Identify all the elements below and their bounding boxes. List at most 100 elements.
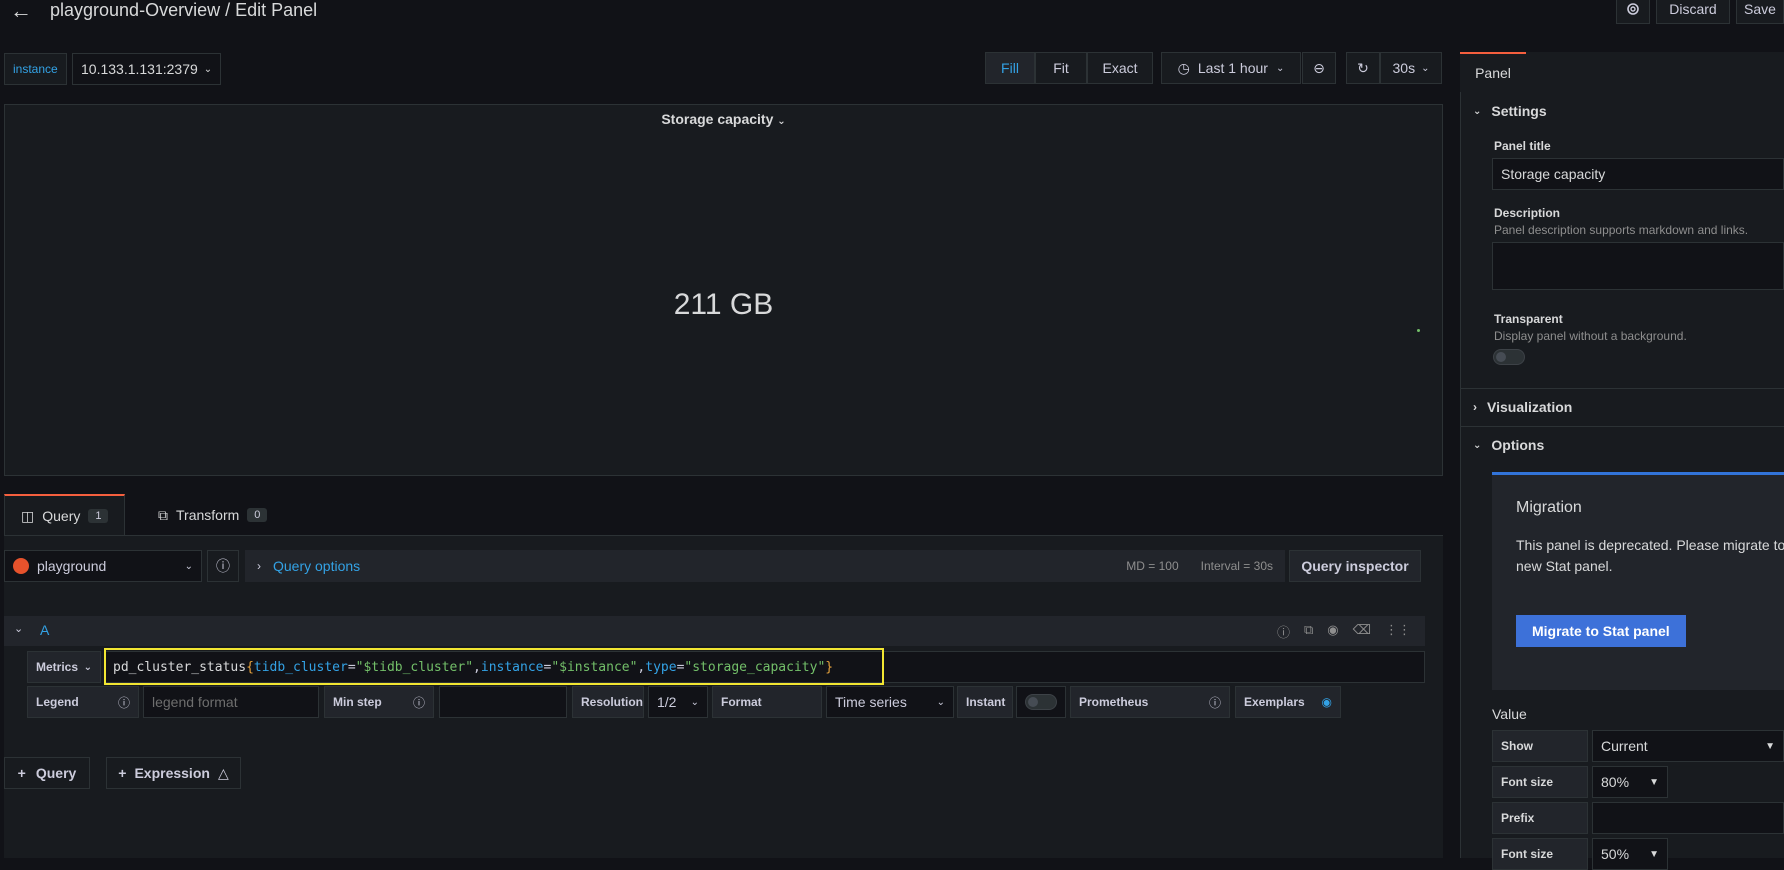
refresh-icon[interactable]: ↻ bbox=[1346, 52, 1380, 84]
discard-button[interactable]: Discard bbox=[1656, 0, 1730, 24]
transparent-toggle[interactable] bbox=[1493, 349, 1525, 365]
back-arrow-icon[interactable]: ← bbox=[10, 0, 32, 22]
eye-icon[interactable]: ◉ bbox=[1322, 695, 1332, 709]
fit-button[interactable]: Fit bbox=[1035, 52, 1087, 84]
format-select[interactable]: Time series ⌄ bbox=[826, 686, 954, 718]
legend-format-input[interactable]: legend format bbox=[143, 686, 319, 718]
drag-handle-icon[interactable]: ⋮⋮ bbox=[1385, 622, 1411, 641]
transform-icon: ⧉ bbox=[158, 506, 168, 523]
help-icon[interactable]: ⓘ bbox=[1277, 622, 1290, 641]
duplicate-icon[interactable]: ⧉ bbox=[1304, 622, 1313, 641]
gear-icon[interactable] bbox=[1616, 0, 1650, 24]
exact-button[interactable]: Exact bbox=[1087, 52, 1153, 84]
min-step-label-cell: Min step ⓘ bbox=[324, 686, 434, 718]
settings-section-header[interactable]: ⌄ Settings bbox=[1473, 103, 1547, 119]
datasource-picker[interactable]: playground ⌄ bbox=[4, 550, 202, 582]
fill-button[interactable]: Fill bbox=[985, 52, 1035, 84]
chevron-down-icon: ⌄ bbox=[1421, 62, 1430, 74]
panel-title-input[interactable]: Storage capacity bbox=[1492, 158, 1784, 190]
refresh-interval-picker[interactable]: 30s ⌄ bbox=[1380, 52, 1442, 84]
interval-value: Interval = 30s bbox=[1200, 559, 1273, 573]
chevron-right-icon: › bbox=[1473, 400, 1477, 414]
clock-icon: ◷ bbox=[1177, 59, 1190, 76]
tab-panel[interactable]: Panel bbox=[1460, 52, 1526, 92]
query-options-bar[interactable]: › Query options MD = 100 Interval = 30s bbox=[245, 550, 1285, 582]
show-value: Current bbox=[1601, 738, 1648, 754]
font-size2-label: Font size bbox=[1492, 838, 1588, 870]
add-expression-button[interactable]: + Expression △ bbox=[106, 757, 241, 789]
resolution-label: Resolution bbox=[572, 686, 644, 718]
add-query-button[interactable]: + Query bbox=[4, 757, 90, 789]
chevron-down-icon[interactable]: ⌄ bbox=[14, 622, 23, 635]
chevron-down-icon: ⌄ bbox=[203, 63, 213, 75]
show-select[interactable]: Current ▼ bbox=[1592, 730, 1784, 762]
font-size-value: 80% bbox=[1601, 774, 1630, 790]
font-size-select[interactable]: 80% ▼ bbox=[1592, 766, 1668, 798]
legend-label: Legend bbox=[36, 695, 79, 709]
metrics-label: Metrics bbox=[36, 660, 79, 674]
chevron-down-icon: ⌄ bbox=[690, 696, 699, 708]
options-label: Options bbox=[1491, 437, 1545, 453]
variable-label-instance: instance bbox=[4, 53, 67, 85]
tab-query-label: Query bbox=[42, 508, 81, 524]
prefix-input[interactable] bbox=[1592, 802, 1784, 834]
query-row-actions: ⓘ ⧉ ◉ ⌫ ⋮⋮ bbox=[1277, 622, 1411, 641]
query-options-label: Query options bbox=[273, 558, 361, 574]
chevron-down-icon: ⌄ bbox=[1473, 439, 1482, 451]
panel-title-header[interactable]: Storage capacity ⌄ bbox=[5, 111, 1442, 127]
stat-value: 211 GB bbox=[673, 288, 774, 321]
eye-icon[interactable]: ◉ bbox=[1327, 622, 1338, 641]
max-data-points: MD = 100 bbox=[1126, 559, 1179, 573]
migration-text: This panel is deprecated. Please migrate… bbox=[1516, 535, 1784, 577]
tab-transform-label: Transform bbox=[176, 507, 240, 523]
trash-icon[interactable]: ⌫ bbox=[1353, 622, 1371, 641]
min-step-label: Min step bbox=[333, 695, 382, 709]
exemplars-cell[interactable]: Exemplars ◉ bbox=[1235, 686, 1341, 718]
tab-query[interactable]: ◫ Query 1 bbox=[4, 494, 126, 536]
sparkline-dot bbox=[1417, 329, 1420, 332]
resolution-select[interactable]: 1/2 ⌄ bbox=[648, 686, 708, 718]
caret-down-icon: ▼ bbox=[1649, 776, 1659, 788]
chevron-down-icon: ⌄ bbox=[777, 116, 786, 127]
description-label: Description bbox=[1494, 206, 1561, 220]
visualization-section-header[interactable]: › Visualization bbox=[1473, 399, 1572, 415]
value-section-label: Value bbox=[1492, 706, 1527, 722]
warning-icon: △ bbox=[217, 764, 229, 781]
font-size2-select[interactable]: 50% ▼ bbox=[1592, 838, 1668, 870]
caret-down-icon: ▼ bbox=[1765, 740, 1775, 752]
view-mode-group: Fill Fit Exact bbox=[985, 52, 1153, 84]
description-textarea[interactable] bbox=[1492, 242, 1784, 290]
tab-query-count: 1 bbox=[88, 509, 109, 523]
help-icon[interactable]: ⓘ bbox=[207, 550, 239, 582]
resolution-value: 1/2 bbox=[657, 694, 677, 710]
migrate-to-stat-button[interactable]: Migrate to Stat panel bbox=[1516, 615, 1686, 647]
time-range-picker[interactable]: ◷ Last 1 hour ⌄ bbox=[1161, 52, 1301, 84]
migration-text-line-1: This panel is deprecated. Please migrate… bbox=[1516, 537, 1784, 553]
plus-icon: + bbox=[118, 765, 127, 781]
database-icon: ◫ bbox=[21, 507, 35, 524]
transparent-hint: Display panel without a background. bbox=[1494, 329, 1687, 343]
tab-transform[interactable]: ⧉ Transform 0 bbox=[142, 494, 283, 536]
options-section-header[interactable]: ⌄ Options bbox=[1473, 437, 1544, 453]
save-button[interactable]: Save bbox=[1736, 0, 1784, 24]
query-row-header[interactable]: ⌄ A ⓘ ⧉ ◉ ⌫ ⋮⋮ bbox=[4, 616, 1425, 646]
page-title: playground-Overview / Edit Panel bbox=[50, 0, 318, 20]
min-step-input[interactable] bbox=[439, 686, 567, 718]
tab-transform-count: 0 bbox=[247, 508, 268, 522]
info-icon: ⓘ bbox=[117, 695, 130, 710]
query-inspector-button[interactable]: Query inspector bbox=[1289, 550, 1421, 582]
time-range-label: Last 1 hour bbox=[1197, 60, 1268, 76]
zoom-out-icon[interactable]: ⊖ bbox=[1302, 52, 1336, 84]
font-size2-value: 50% bbox=[1601, 846, 1630, 862]
divider bbox=[1460, 388, 1784, 389]
instant-label: Instant bbox=[957, 686, 1013, 718]
query-ref-id[interactable]: A bbox=[40, 622, 49, 638]
variable-value: 10.133.1.131:2379 bbox=[81, 61, 198, 77]
legend-label-cell: Legend ⓘ bbox=[27, 686, 139, 718]
prefix-label: Prefix bbox=[1492, 802, 1588, 834]
datasource-name: playground bbox=[37, 558, 107, 574]
instant-toggle[interactable] bbox=[1016, 686, 1066, 718]
variable-select-instance[interactable]: 10.133.1.131:2379 ⌄ bbox=[72, 53, 222, 85]
chevron-down-icon: ⌄ bbox=[1275, 62, 1285, 74]
metrics-browser-button[interactable]: Metrics ⌄ bbox=[27, 651, 101, 683]
